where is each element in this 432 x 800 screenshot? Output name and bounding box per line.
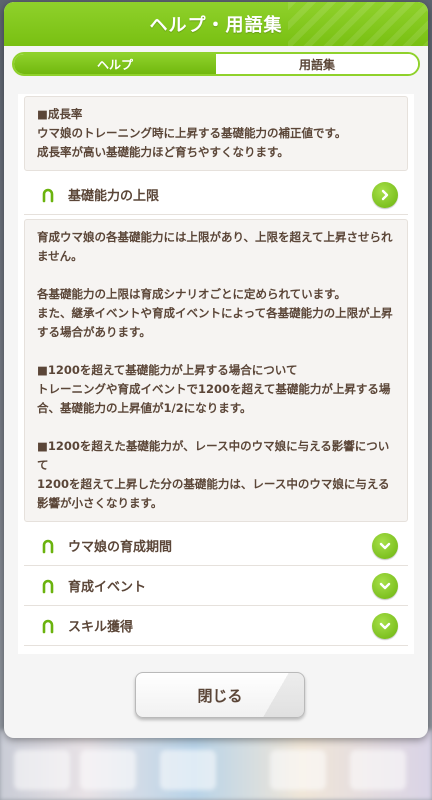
section-label: ウマ娘の育成期間 (68, 540, 173, 555)
chevron-down-icon[interactable] (372, 612, 398, 639)
horseshoe-icon (40, 187, 56, 203)
growth-rate-box: ■成長率 ウマ娘のトレーニング時に上昇する基礎能力の補正値です。 成長率が高い基… (24, 96, 408, 171)
background-bottom-blur (0, 730, 432, 800)
section-label: 基礎能力の上限 (68, 189, 160, 204)
chevron-right-icon[interactable] (372, 181, 398, 208)
section-label: 育成イベント (68, 580, 147, 595)
growth-rate-heading: ■成長率 (37, 107, 83, 121)
section-skill-acquisition[interactable]: スキル獲得 (24, 606, 408, 646)
chevron-down-icon[interactable] (372, 572, 398, 599)
tab-bar: ヘルプ 用語集 (12, 52, 420, 76)
stat-limit-box: 育成ウマ娘の各基礎能力には上限があり、上限を超えて上昇させられません。 各基礎能… (24, 219, 408, 522)
chevron-down-icon[interactable] (372, 532, 398, 559)
stat-limit-paragraph: ■1200を超えた基礎能力が、レース中のウマ娘に与える影響について 1200を超… (37, 439, 390, 510)
stat-limit-paragraph: 各基礎能力の上限は育成シナリオごとに定められています。 また、継承イベントや育成… (37, 287, 393, 339)
close-button[interactable]: 閉じる (135, 672, 305, 718)
stat-limit-paragraph: ■1200を超えて基礎能力が上昇する場合について トレーニングや育成イベントで1… (37, 363, 391, 415)
tab-help[interactable]: ヘルプ (14, 54, 216, 74)
horseshoe-icon (40, 538, 56, 554)
growth-rate-body: ウマ娘のトレーニング時に上昇する基礎能力の補正値です。 成長率が高い基礎能力ほど… (37, 126, 347, 159)
help-content-scroll[interactable]: ■成長率 ウマ娘のトレーニング時に上昇する基礎能力の補正値です。 成長率が高い基… (18, 94, 414, 654)
section-training-events[interactable]: 育成イベント (24, 566, 408, 606)
horseshoe-icon (40, 618, 56, 634)
horseshoe-icon (40, 578, 56, 594)
section-stat-limit[interactable]: 基礎能力の上限 (24, 175, 408, 215)
stat-limit-paragraph: 育成ウマ娘の各基礎能力には上限があり、上限を超えて上昇させられません。 (37, 230, 393, 263)
help-dialog: ヘルプ・用語集 ヘルプ 用語集 ■成長率 ウマ娘のトレーニング時に上昇する基礎能… (4, 2, 428, 738)
tab-glossary[interactable]: 用語集 (216, 54, 418, 74)
section-label: スキル獲得 (68, 620, 134, 635)
section-training-period[interactable]: ウマ娘の育成期間 (24, 526, 408, 566)
dialog-title: ヘルプ・用語集 (4, 2, 428, 46)
